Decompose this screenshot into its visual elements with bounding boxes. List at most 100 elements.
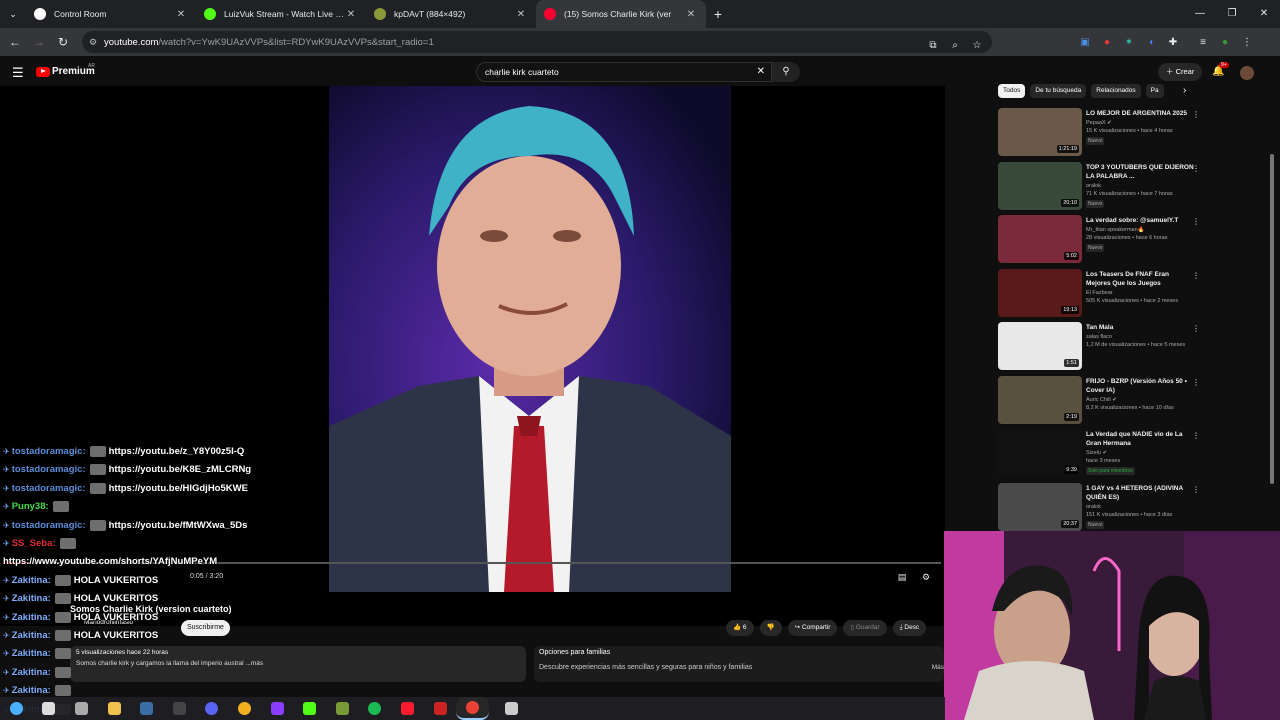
obs-icon[interactable] [163, 697, 196, 720]
tab-list-chevron-icon[interactable]: ⌄ [0, 9, 26, 20]
video-title[interactable]: La Verdad que NADIE vio de La Gran Herma… [1086, 430, 1194, 448]
browser-tab[interactable]: kpDAvT (884×492) ✕ [366, 0, 536, 28]
video-thumbnail[interactable]: 1:21:19 [998, 108, 1082, 156]
more-options-icon[interactable]: ⋮ [1192, 485, 1200, 494]
video-thumbnail[interactable]: 2:19 [998, 375, 1082, 424]
close-tab-icon[interactable]: ✕ [684, 9, 698, 20]
more-options-icon[interactable]: ⋮ [1192, 164, 1200, 173]
share-button[interactable]: ↪ Compartir [787, 620, 838, 636]
channel-name[interactable]: Sizeiu ✔ [1086, 450, 1107, 456]
youtube-logo[interactable]: Premium AR [36, 63, 95, 77]
close-window-icon[interactable]: ✕ [1248, 0, 1280, 28]
recommendation-item[interactable]: 2:19 FRIJO - BZRP (Versión Años 50 • Cove… [998, 375, 1208, 428]
recommendation-item[interactable]: 20:10 TOP 3 YOUTUBERS QUE DIJERON LA PALA… [998, 161, 1208, 214]
install-app-icon[interactable]: ⧉ [922, 40, 944, 51]
discord-icon[interactable] [196, 697, 229, 720]
guide-menu-icon[interactable]: ☰ [12, 65, 24, 81]
media-control-icon[interactable]: ≡ [1192, 37, 1214, 48]
recommendation-item[interactable]: 20:37 1 GAY vs 4 HETEROS (ADIVINA QUIÉN E… [998, 482, 1208, 535]
video-thumbnail[interactable]: 20:37 [998, 482, 1082, 531]
video-thumbnail[interactable]: 9:39 [998, 429, 1082, 477]
search-icon[interactable] [33, 697, 66, 720]
channel-name[interactable]: oralok [1086, 183, 1101, 189]
like-button[interactable]: 👍 6 [726, 620, 754, 636]
recommendation-item[interactable]: 5:02 La verdad sobre: @samuelY.T Mr_titan … [998, 215, 1208, 267]
recommendation-item[interactable]: 9:39 La Verdad que NADIE vio de La Gran H… [998, 429, 1208, 481]
opera-icon[interactable] [391, 697, 424, 720]
extension-icon[interactable]: ✶ [1118, 37, 1140, 48]
video-title[interactable]: TOP 3 YOUTUBERS QUE DIJERON LA PALABRA .… [1086, 163, 1194, 181]
filter-chip[interactable]: Relacionados [1091, 84, 1141, 98]
site-info-icon[interactable]: ⚙ [89, 37, 97, 48]
channel-name[interactable]: El Fazbear [1086, 290, 1113, 296]
scrollbar[interactable] [1270, 154, 1274, 484]
save-button[interactable]: ▯ Guardar [843, 620, 887, 636]
bot-icon[interactable] [495, 697, 528, 720]
create-button[interactable]: ＋ Crear [1158, 63, 1203, 81]
profile-icon[interactable]: ● [1214, 37, 1236, 48]
canva-icon[interactable] [261, 697, 294, 720]
browser-tab[interactable]: LuizVuk Stream - Watch Live on ✕ [196, 0, 366, 28]
more-options-icon[interactable]: ⋮ [1192, 378, 1200, 387]
video-thumbnail[interactable]: 19:13 [998, 268, 1082, 317]
dislike-button[interactable]: 👎 [759, 620, 782, 636]
recommendation-item[interactable]: 19:13 Los Teasers De FNAF Eran Mejores Qu… [998, 268, 1208, 321]
close-tab-icon[interactable]: ✕ [344, 9, 358, 20]
subtitles-icon[interactable]: ▤ [890, 572, 914, 583]
channel-name[interactable]: PepaaX ✔ [1086, 120, 1112, 126]
video-frame[interactable] [329, 86, 731, 592]
close-tab-icon[interactable]: ✕ [174, 9, 188, 20]
download-button[interactable]: ⤓ Desc [892, 620, 927, 636]
video-title[interactable]: 1 GAY vs 4 HETEROS (ADIVINA QUIÉN ES) [1086, 484, 1194, 502]
video-thumbnail[interactable]: 20:10 [998, 161, 1082, 210]
video-title[interactable]: FRIJO - BZRP (Versión Años 50 • Cover IA… [1086, 377, 1194, 395]
filter-chip[interactable]: Pa [1145, 84, 1164, 98]
extension-icon[interactable]: ▣ [1074, 37, 1096, 48]
filter-chip[interactable]: De tu búsqueda [1030, 84, 1087, 98]
minecraft-icon[interactable] [326, 697, 359, 720]
reload-icon[interactable]: ↻ [51, 35, 75, 49]
zoom-icon[interactable]: ⌕ [944, 40, 966, 51]
windows-start-icon[interactable] [0, 697, 33, 720]
family-options-card[interactable]: Opciones para familias Descubre experien… [534, 646, 944, 682]
filter-chip[interactable]: Todos [998, 84, 1026, 98]
channel-name[interactable]: Auric Chill ✔ [1086, 397, 1117, 403]
video-title[interactable]: LO MEJOR DE ARGENTINA 2025 [1086, 109, 1194, 118]
kick-icon[interactable] [293, 697, 326, 720]
chips-next-icon[interactable]: › [1183, 85, 1186, 96]
recommendation-item[interactable]: 1:51 Tan Mala salas flaco 1,2 M de visualiz… [998, 322, 1208, 374]
more-options-icon[interactable]: ⋮ [1192, 217, 1200, 226]
task-view-icon[interactable] [65, 697, 98, 720]
chrome-active-icon[interactable] [456, 697, 489, 720]
channel-name[interactable]: oralok [1086, 504, 1101, 510]
extensions-puzzle-icon[interactable]: ✚ [1162, 37, 1184, 48]
settings-gear-icon[interactable]: ⚙ [914, 572, 938, 583]
minimize-icon[interactable]: — [1184, 0, 1216, 28]
video-thumbnail[interactable]: 1:51 [998, 322, 1082, 370]
forward-icon[interactable]: → [27, 35, 51, 49]
bookmark-star-icon[interactable]: ☆ [966, 40, 988, 51]
recommendation-item[interactable]: 1:21:19 LO MEJOR DE ARGENTINA 2025 PepaaX … [998, 108, 1208, 160]
video-title[interactable]: Tan Mala [1086, 323, 1194, 332]
back-icon[interactable]: ← [3, 35, 27, 49]
browser-tab[interactable]: Control Room ✕ [26, 0, 196, 28]
browser-menu-icon[interactable]: ⋮ [1236, 37, 1258, 48]
search-button[interactable]: ⚲ [772, 62, 800, 82]
url-bar[interactable]: ⚙ youtube.com/watch?v=YwK9UAzVVPs&list=R… [82, 31, 992, 53]
restore-icon[interactable]: ❐ [1216, 0, 1248, 28]
video-title[interactable]: Los Teasers De FNAF Eran Mejores Que los… [1086, 270, 1194, 288]
channel-name[interactable]: salas flaco [1086, 334, 1112, 340]
video-thumbnail[interactable]: 5:02 [998, 215, 1082, 263]
channel-name[interactable]: Mr_titan speakerman🔥 [1086, 227, 1145, 233]
spotify-icon[interactable] [359, 697, 392, 720]
extension-icon[interactable]: ◖ [1140, 37, 1162, 48]
family-more-link[interactable]: Más [932, 664, 944, 671]
more-options-icon[interactable]: ⋮ [1192, 324, 1200, 333]
search-input[interactable]: charlie kirk cuarteto ✕ [476, 62, 772, 82]
avatar[interactable] [1240, 66, 1254, 80]
extension-icon[interactable]: ● [1096, 37, 1118, 48]
more-options-icon[interactable]: ⋮ [1192, 431, 1200, 440]
clear-search-icon[interactable]: ✕ [757, 63, 765, 81]
browser-tab[interactable]: (15) Somos Charlie Kirk (ver ✕ [536, 0, 706, 28]
chrome-icon[interactable] [228, 697, 261, 720]
